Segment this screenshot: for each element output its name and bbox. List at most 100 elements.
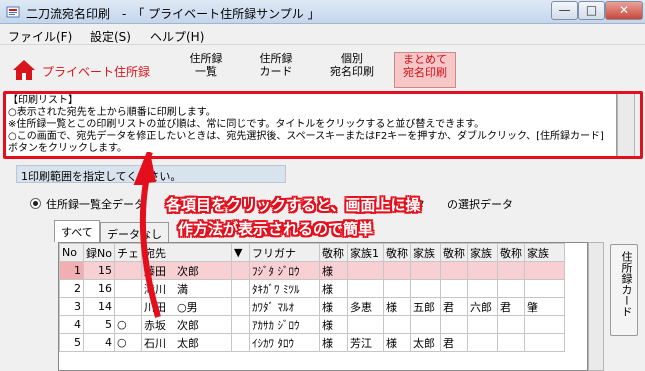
table-cell (230, 333, 250, 352)
column-header[interactable]: 家族 (409, 243, 441, 262)
menu-bar: ファイル(F) 設定(S) ヘルプ(H) (0, 25, 645, 45)
column-header[interactable]: 敬称 (439, 243, 468, 262)
menu-file[interactable]: ファイル(F) (8, 28, 72, 45)
brand-button[interactable]: プライベート住所録 (12, 59, 162, 81)
highlight-outline (3, 91, 643, 159)
address-card-button[interactable]: 住所録 カード (252, 52, 300, 88)
table-cell (382, 279, 411, 298)
table-cell: 4 (59, 315, 84, 334)
table-cell: 14 (83, 297, 115, 316)
column-header[interactable]: No (59, 243, 84, 262)
batch-print-button[interactable]: まとめて 宛名印刷 (394, 52, 456, 88)
table-cell: 様 (318, 297, 348, 316)
table-cell (409, 315, 441, 334)
table-cell: 様 (382, 297, 411, 316)
table-cell: 肇 (523, 297, 565, 316)
table-cell: 五郎 (409, 297, 441, 316)
maximize-button[interactable]: □ (578, 1, 605, 20)
table-cell (496, 261, 525, 280)
table-cell (523, 261, 565, 280)
table-cell (466, 333, 498, 352)
table-cell (409, 279, 441, 298)
table-cell: 15 (83, 261, 115, 280)
menu-settings[interactable]: 設定(S) (90, 28, 131, 45)
column-header[interactable]: フリガナ (248, 243, 320, 262)
table-cell: 様 (318, 333, 348, 352)
column-header[interactable]: ▼ (230, 243, 250, 262)
callout-line1: 各項目をクリックすると、画面上に操 (166, 196, 421, 214)
side-address-card-label: 住所録カード (620, 251, 633, 317)
grid-scrollbar[interactable] (588, 242, 604, 371)
brand-label: プライベート住所録 (42, 65, 151, 79)
table-cell: 2 (59, 279, 84, 298)
close-button[interactable]: ✕ (605, 1, 643, 20)
address-list-button[interactable]: 住所録 一覧 (184, 52, 228, 88)
table-cell: 石川 太郎 (140, 333, 232, 352)
table-cell: 君 (496, 297, 525, 316)
table-cell: 5 (59, 333, 84, 352)
toolbar: プライベート住所録 住所録 一覧 住所録 カード 個別 宛名印刷 まとめて 宛名… (0, 46, 645, 90)
table-cell (382, 315, 411, 334)
column-header[interactable]: 家族 (466, 243, 498, 262)
table-cell (466, 315, 498, 334)
column-header[interactable]: 家族 (523, 243, 565, 262)
table-cell: ｱｶｻｶ ｼﾞﾛｳ (248, 315, 320, 334)
callout-arrow (133, 152, 161, 318)
table-cell: ﾌｼﾞﾀ ｼﾞﾛｳ (248, 261, 320, 280)
radio-selected-data-label: タ の選択データ (414, 198, 513, 211)
table-row[interactable]: 5 4 ○ 石川 太郎 ｲｼｶﾜ ﾀﾛｳ様芳江様太郎君 (59, 333, 565, 352)
table-cell: 3 (59, 297, 84, 316)
column-header[interactable]: 家族1 (346, 243, 384, 262)
table-cell (523, 315, 565, 334)
minimize-button[interactable]: — (551, 1, 578, 20)
column-header[interactable]: 録No (83, 243, 115, 262)
table-cell (346, 279, 384, 298)
table-cell (496, 315, 525, 334)
radio-all-data[interactable] (30, 198, 41, 209)
table-cell (230, 315, 250, 334)
table-cell (346, 261, 384, 280)
table-cell: 16 (83, 279, 115, 298)
table-cell (439, 279, 468, 298)
table-cell: 芳江 (346, 333, 384, 352)
table-cell (523, 279, 565, 298)
table-cell (496, 333, 525, 352)
table-cell: 5 (83, 315, 115, 334)
table-cell (466, 261, 498, 280)
title-bar: 二刀流宛名印刷 - 「 プライベート住所録サンプル 」 — □ ✕ (0, 0, 645, 24)
menu-help[interactable]: ヘルプ(H) (150, 28, 204, 45)
table-cell (439, 261, 468, 280)
column-header[interactable]: 敬称 (382, 243, 411, 262)
table-cell (230, 279, 250, 298)
table-cell: 君 (439, 297, 468, 316)
table-cell (466, 279, 498, 298)
column-header[interactable]: 敬称 (496, 243, 525, 262)
individual-print-button[interactable]: 個別 宛名印刷 (324, 52, 380, 88)
table-cell (230, 261, 250, 280)
table-cell: 様 (318, 261, 348, 280)
table-cell: 様 (318, 315, 348, 334)
side-address-card-button[interactable]: 住所録カード (610, 244, 638, 336)
table-cell: 様 (382, 333, 411, 352)
callout-line2: 作方法が表示されるので簡単 (178, 220, 374, 238)
column-header[interactable]: 敬称 (318, 243, 348, 262)
table-cell (439, 315, 468, 334)
table-cell: 君 (439, 333, 468, 352)
house-icon (12, 59, 36, 81)
app-icon (6, 5, 20, 19)
table-cell (496, 279, 525, 298)
table-cell (382, 261, 411, 280)
table-cell (409, 261, 441, 280)
table-cell: ｲｼｶﾜ ﾀﾛｳ (248, 333, 320, 352)
table-cell: ｶﾜﾀﾞ ﾏﾙｵ (248, 297, 320, 316)
table-cell: 様 (318, 279, 348, 298)
table-cell: 太郎 (409, 333, 441, 352)
table-cell: 多恵 (346, 297, 384, 316)
table-cell: 六郎 (466, 297, 498, 316)
table-cell: 4 (83, 333, 115, 352)
table-cell (230, 297, 250, 316)
table-cell (346, 315, 384, 334)
table-cell: 1 (59, 261, 84, 280)
table-cell: ﾀｷｶﾞﾜ ﾐﾂﾙ (248, 279, 320, 298)
tab-all[interactable]: すべて (54, 220, 100, 242)
